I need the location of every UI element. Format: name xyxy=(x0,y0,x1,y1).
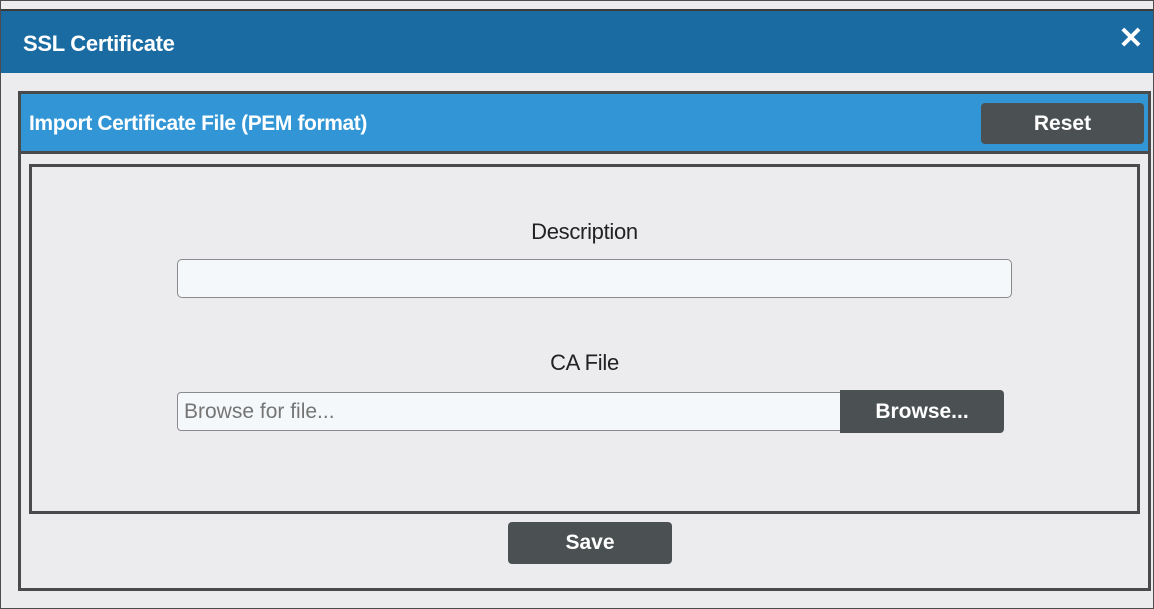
dialog-titlebar: SSL Certificate ✕ xyxy=(1,9,1153,73)
ca-file-label: CA File xyxy=(550,350,619,375)
panel-header: Import Certificate File (PEM format) Res… xyxy=(21,94,1148,154)
close-icon[interactable]: ✕ xyxy=(1117,24,1145,54)
save-button[interactable]: Save xyxy=(508,522,672,564)
reset-button[interactable]: Reset xyxy=(981,103,1144,144)
import-certificate-panel: Import Certificate File (PEM format) Res… xyxy=(18,91,1151,591)
dialog-title: SSL Certificate xyxy=(23,31,175,56)
panel-title: Import Certificate File (PEM format) xyxy=(29,112,367,135)
form-area: Description CA File Browse... xyxy=(29,164,1140,514)
description-label: Description xyxy=(531,219,638,244)
ssl-certificate-dialog: SSL Certificate ✕ Import Certificate Fil… xyxy=(0,0,1154,609)
description-input[interactable] xyxy=(177,259,1012,298)
ca-file-input[interactable] xyxy=(177,392,843,431)
browse-button[interactable]: Browse... xyxy=(840,390,1004,433)
